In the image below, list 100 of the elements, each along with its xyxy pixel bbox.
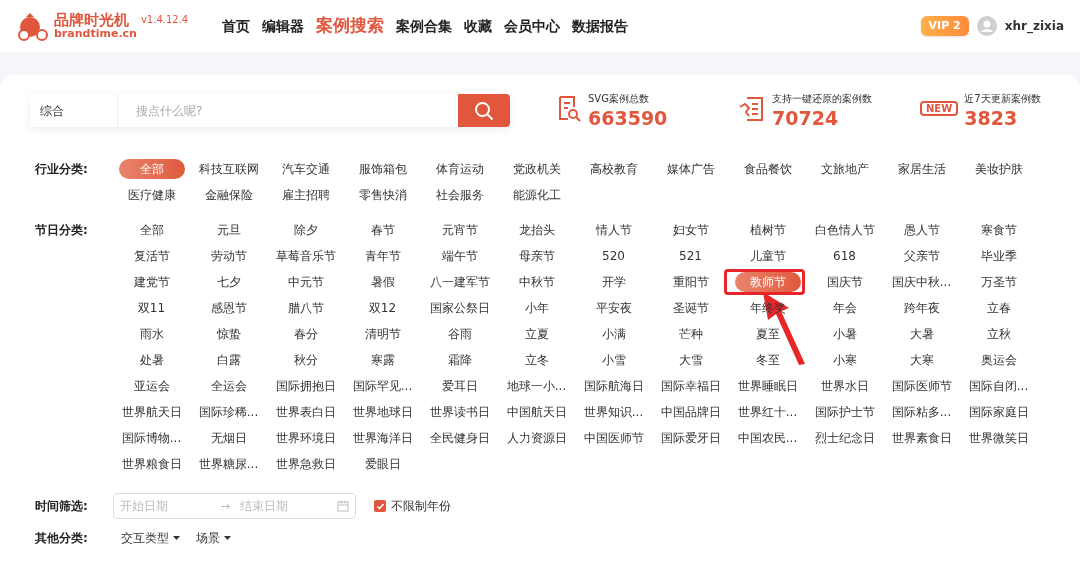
- category-tag[interactable]: 爱眼日: [356, 454, 409, 474]
- category-tag[interactable]: 世界地球日: [344, 402, 421, 422]
- category-tag[interactable]: 圣诞节: [664, 298, 717, 318]
- category-tag[interactable]: 春节: [362, 220, 403, 240]
- category-tag[interactable]: 立冬: [516, 350, 557, 370]
- category-tag[interactable]: 大雪: [670, 350, 711, 370]
- category-tag[interactable]: 年会: [824, 298, 865, 318]
- category-tag[interactable]: 世界表白日: [267, 402, 344, 422]
- category-tag[interactable]: 小雪: [593, 350, 634, 370]
- category-tag[interactable]: 平安夜: [587, 298, 640, 318]
- category-tag[interactable]: 冬至: [747, 350, 788, 370]
- category-tag[interactable]: 世界素食日: [883, 428, 960, 448]
- category-tag[interactable]: 霜降: [439, 350, 480, 370]
- category-tag[interactable]: 世界睡眠日: [729, 376, 806, 396]
- category-tag[interactable]: 母亲节: [510, 246, 563, 266]
- category-tag[interactable]: 国际罕见...: [344, 376, 421, 396]
- category-tag[interactable]: 国际珍稀...: [190, 402, 267, 422]
- category-tag[interactable]: 青年节: [356, 246, 409, 266]
- category-tag[interactable]: 白色情人节: [806, 220, 883, 240]
- category-tag[interactable]: 党政机关: [504, 159, 569, 179]
- category-tag[interactable]: 世界环境日: [267, 428, 344, 448]
- category-tag[interactable]: 端午节: [433, 246, 486, 266]
- category-tag[interactable]: 汽车交通: [273, 159, 338, 179]
- category-tag[interactable]: 世界读书日: [421, 402, 498, 422]
- category-tag[interactable]: 烈士纪念日: [806, 428, 883, 448]
- category-tag[interactable]: 高校教育: [581, 159, 646, 179]
- category-tag[interactable]: 万圣节: [972, 272, 1025, 292]
- nav-link[interactable]: 案例搜索: [316, 13, 385, 39]
- category-tag[interactable]: 媒体广告: [658, 159, 723, 179]
- category-tag[interactable]: 中元节: [279, 272, 332, 292]
- category-tag[interactable]: 中国农民...: [729, 428, 806, 448]
- category-tag[interactable]: 重阳节: [664, 272, 717, 292]
- dropdown-button[interactable]: 交互类型: [121, 529, 180, 547]
- checkbox[interactable]: [374, 500, 386, 512]
- search-bar[interactable]: 综合 搜点什么呢?: [30, 94, 510, 127]
- category-tag[interactable]: 世界糖尿...: [190, 454, 267, 474]
- category-tag[interactable]: 清明节: [356, 324, 409, 344]
- category-tag[interactable]: 亚运会: [125, 376, 178, 396]
- category-tag[interactable]: 全部: [131, 220, 172, 240]
- nav-link[interactable]: 数据报告: [572, 15, 629, 37]
- category-tag[interactable]: 暑假: [362, 272, 403, 292]
- category-tag[interactable]: 食品餐饮: [735, 159, 800, 179]
- category-tag[interactable]: 雨水: [131, 324, 172, 344]
- category-tag[interactable]: 八一建军节: [421, 272, 498, 292]
- category-tag[interactable]: 世界知识...: [575, 402, 652, 422]
- category-tag[interactable]: 元旦: [208, 220, 249, 240]
- category-tag[interactable]: 春分: [285, 324, 326, 344]
- category-tag[interactable]: 世界航天日: [113, 402, 190, 422]
- category-tag[interactable]: 世界粮食日: [113, 454, 190, 474]
- category-tag[interactable]: 520: [594, 246, 633, 266]
- category-tag[interactable]: 世界水日: [812, 376, 877, 396]
- category-tag[interactable]: 国际护士节: [806, 402, 883, 422]
- search-scope[interactable]: 综合: [30, 94, 118, 127]
- nav-link[interactable]: 编辑器: [262, 15, 305, 37]
- category-tag[interactable]: 618: [825, 246, 864, 266]
- username[interactable]: xhr_zixia: [1004, 17, 1064, 35]
- category-tag[interactable]: 秋分: [285, 350, 326, 370]
- category-tag[interactable]: 复活节: [125, 246, 178, 266]
- category-tag[interactable]: 全民健身日: [421, 428, 498, 448]
- category-tag[interactable]: 草莓音乐节: [267, 246, 344, 266]
- category-tag[interactable]: 芒种: [670, 324, 711, 344]
- category-tag[interactable]: 愚人节: [895, 220, 948, 240]
- category-tag[interactable]: 感恩节: [202, 298, 255, 318]
- category-tag[interactable]: 医疗健康: [119, 185, 184, 205]
- category-tag[interactable]: 夏至: [747, 324, 788, 344]
- category-tag[interactable]: 国际航海日: [575, 376, 652, 396]
- category-tag[interactable]: 国际自闭...: [960, 376, 1037, 396]
- category-tag[interactable]: 能源化工: [504, 185, 569, 205]
- category-tag[interactable]: 国际医师节: [883, 376, 960, 396]
- category-tag[interactable]: 世界微笑日: [960, 428, 1037, 448]
- category-tag[interactable]: 龙抬头: [510, 220, 563, 240]
- category-tag[interactable]: 科技互联网: [190, 159, 267, 179]
- category-tag[interactable]: 中国品牌日: [652, 402, 729, 422]
- category-tag[interactable]: 国家公祭日: [421, 298, 498, 318]
- category-tag[interactable]: 521: [671, 246, 710, 266]
- category-tag[interactable]: 双11: [129, 298, 174, 318]
- category-tag[interactable]: 中国航天日: [498, 402, 575, 422]
- category-tag[interactable]: 七夕: [208, 272, 249, 292]
- category-tag[interactable]: 劳动节: [202, 246, 255, 266]
- category-tag[interactable]: 零售快消: [350, 185, 415, 205]
- category-tag[interactable]: 立秋: [978, 324, 1019, 344]
- category-tag[interactable]: 立夏: [516, 324, 557, 344]
- category-tag[interactable]: 金融保险: [196, 185, 261, 205]
- category-tag[interactable]: 世界海洋日: [344, 428, 421, 448]
- nav-link[interactable]: 收藏: [464, 15, 493, 37]
- category-tag[interactable]: 情人节: [587, 220, 640, 240]
- category-tag[interactable]: 国际家庭日: [960, 402, 1037, 422]
- category-tag[interactable]: 大暑: [901, 324, 942, 344]
- category-tag[interactable]: 建党节: [125, 272, 178, 292]
- category-tag[interactable]: 文旅地产: [812, 159, 877, 179]
- category-tag[interactable]: 社会服务: [427, 185, 492, 205]
- category-tag[interactable]: 国际粘多...: [883, 402, 960, 422]
- category-tag[interactable]: 体育运动: [427, 159, 492, 179]
- category-tag[interactable]: 跨年夜: [895, 298, 948, 318]
- category-tag[interactable]: 处暑: [131, 350, 172, 370]
- category-tag[interactable]: 中国医师节: [575, 428, 652, 448]
- category-tag[interactable]: 妇女节: [664, 220, 717, 240]
- category-tag[interactable]: 大寒: [901, 350, 942, 370]
- category-tag[interactable]: 父亲节: [895, 246, 948, 266]
- category-tag[interactable]: 白露: [208, 350, 249, 370]
